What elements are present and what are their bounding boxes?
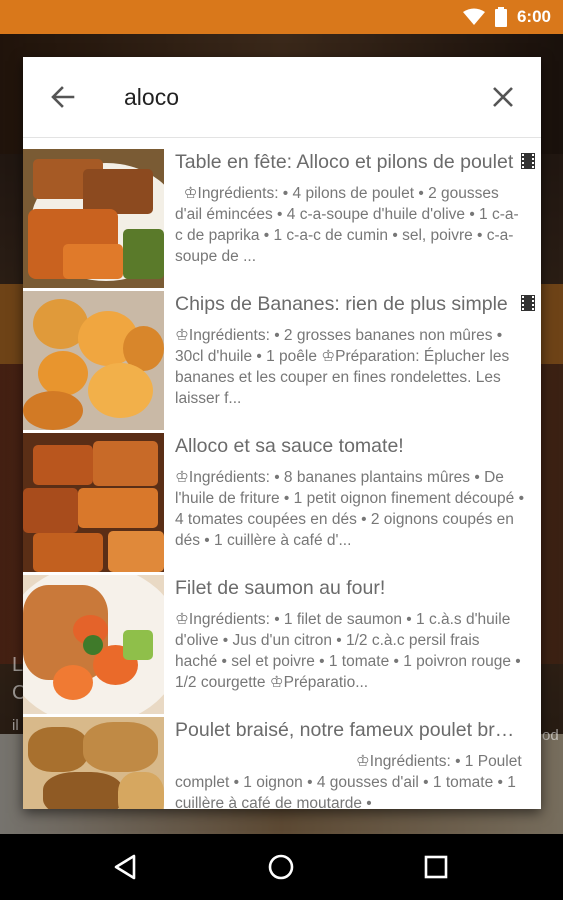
clear-search-button[interactable] <box>487 81 519 113</box>
background-text: od <box>542 727 559 744</box>
result-description: ♔Ingrédients: • 8 bananes plantains mûre… <box>175 469 525 549</box>
search-bar <box>23 57 541 138</box>
back-button[interactable] <box>47 81 79 113</box>
background-text: L <box>12 654 24 676</box>
nav-back-button[interactable] <box>110 851 142 883</box>
search-result-item[interactable]: Chips de Bananes: rien de plus simple ♔I… <box>23 291 541 433</box>
battery-icon <box>494 7 507 27</box>
navigation-bar <box>0 834 563 900</box>
nav-recents-button[interactable] <box>420 851 452 883</box>
result-description: ♔Ingrédients: • 2 grosses bananes non mû… <box>175 327 510 407</box>
search-input[interactable] <box>124 79 464 115</box>
arrow-back-icon <box>51 86 75 108</box>
status-bar: 6:00 <box>0 0 563 34</box>
recipe-thumbnail <box>23 433 164 572</box>
recents-square-icon <box>424 855 448 879</box>
nav-home-button[interactable] <box>265 851 297 883</box>
status-time: 6:00 <box>516 7 551 26</box>
search-result-item[interactable]: Poulet braisé, notre fameux poulet brais… <box>23 717 541 809</box>
result-title: Alloco et sa sauce tomate! <box>175 435 404 457</box>
result-description: ♔Ingrédients: • 1 filet de saumon • 1 c.… <box>175 611 521 691</box>
result-description: ♔Ingrédients: • 4 pilons de poulet • 2 g… <box>175 185 519 265</box>
result-description: ♔Ingrédients: • 1 Poulet complet • 1 oig… <box>175 753 522 809</box>
result-title: Chips de Bananes: rien de plus simple <box>175 293 508 315</box>
film-icon <box>521 153 535 169</box>
background-text: il <box>12 717 19 734</box>
search-result-item[interactable]: Filet de saumon au four! ♔Ingrédients: •… <box>23 575 541 717</box>
search-overlay: Table en fête: Alloco et pilons de poule… <box>23 57 541 809</box>
status-icons: 6:00 <box>462 7 551 27</box>
result-title: Table en fête: Alloco et pilons de poule… <box>175 151 514 173</box>
film-icon <box>521 295 535 311</box>
close-icon <box>493 87 513 107</box>
home-circle-icon <box>268 854 294 880</box>
wifi-icon <box>462 8 485 25</box>
search-result-item[interactable]: Table en fête: Alloco et pilons de poule… <box>23 149 541 291</box>
result-title: Filet de saumon au four! <box>175 577 386 599</box>
recipe-thumbnail <box>23 291 164 430</box>
recipe-thumbnail <box>23 149 164 288</box>
recipe-thumbnail <box>23 717 164 809</box>
search-result-item[interactable]: Alloco et sa sauce tomate! ♔Ingrédients:… <box>23 433 541 575</box>
search-results-list: Table en fête: Alloco et pilons de poule… <box>23 149 541 809</box>
back-triangle-icon <box>114 854 136 880</box>
result-title: Poulet braisé, notre fameux poulet brais… <box>175 719 519 741</box>
recipe-thumbnail <box>23 575 164 714</box>
